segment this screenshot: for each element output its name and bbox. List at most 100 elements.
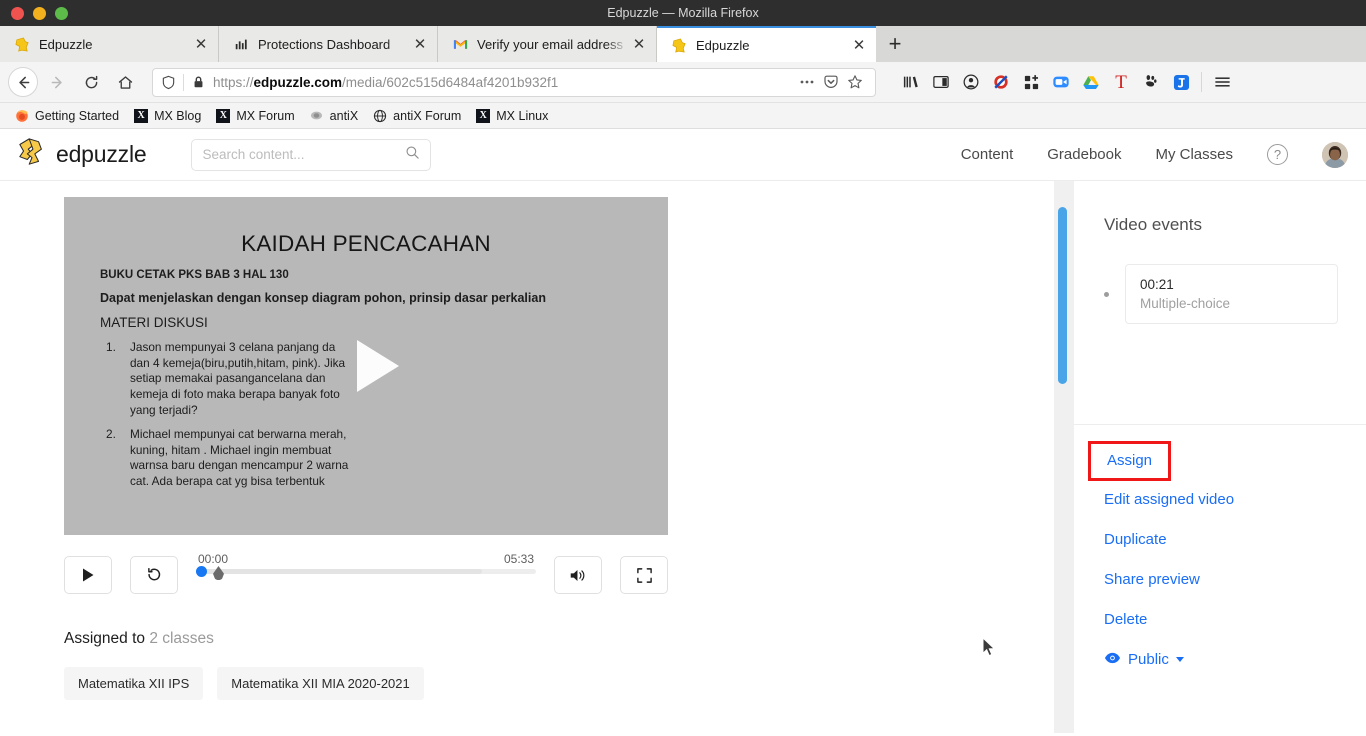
grammarly-icon[interactable]: T — [1106, 67, 1136, 97]
seek-buffer — [196, 569, 482, 574]
bookmark-mx-linux[interactable]: X MX Linux — [468, 105, 555, 127]
seek-area[interactable]: 00:00 05:33 — [196, 552, 536, 598]
fullscreen-button[interactable] — [620, 556, 668, 594]
gnome-icon[interactable] — [1136, 67, 1166, 97]
shield-icon[interactable] — [161, 75, 176, 90]
nav-link-my-classes[interactable]: My Classes — [1155, 146, 1233, 163]
ellipsis-icon[interactable] — [795, 70, 819, 94]
edpuzzle-wordmark: edpuzzle — [56, 141, 147, 167]
adblock-icon[interactable] — [986, 67, 1016, 97]
tab-close-icon[interactable]: ✕ — [628, 33, 650, 55]
browser-tab-4-active[interactable]: Edpuzzle ✕ — [657, 26, 876, 62]
toolbar-divider — [1201, 72, 1202, 92]
duplicate-button[interactable]: Duplicate — [1104, 531, 1167, 548]
sidebar-scrollbar[interactable] — [1054, 181, 1074, 733]
avatar[interactable] — [1322, 141, 1348, 168]
url-text[interactable]: https://edpuzzle.com/media/602c515d6484a… — [213, 75, 795, 90]
back-arrow-icon[interactable] — [8, 67, 38, 97]
url-domain: edpuzzle.com — [253, 74, 343, 90]
slide-question: Jason mempunyai 3 celana panjang da dan … — [106, 340, 346, 417]
sidebar-scrollbar-thumb[interactable] — [1058, 207, 1067, 384]
video-event-row[interactable]: 00:21 Multiple-choice — [1104, 264, 1338, 324]
visibility-selector[interactable]: Public — [1104, 651, 1338, 668]
zoom-meeting-icon[interactable] — [1046, 67, 1076, 97]
padlock-icon[interactable] — [192, 75, 205, 89]
pocket-icon[interactable] — [819, 70, 843, 94]
play-button[interactable] — [64, 556, 112, 594]
share-preview-button[interactable]: Share preview — [1104, 571, 1200, 588]
antix-icon — [309, 108, 325, 124]
seek-track[interactable] — [196, 566, 536, 577]
window-close-button[interactable] — [11, 6, 24, 20]
bookmark-mx-forum[interactable]: X MX Forum — [208, 105, 301, 127]
nav-link-gradebook[interactable]: Gradebook — [1047, 146, 1121, 163]
help-icon[interactable]: ? — [1267, 144, 1288, 165]
firefox-icon — [14, 108, 30, 124]
assigned-count: 2 classes — [149, 630, 214, 647]
chart-icon — [233, 36, 249, 52]
tab-close-icon[interactable]: ✕ — [409, 33, 431, 55]
delete-wrap: Delete — [1104, 611, 1338, 651]
library-icon[interactable] — [896, 67, 926, 97]
bookmark-antix[interactable]: antiX — [302, 105, 366, 127]
edpuzzle-logo[interactable]: edpuzzle — [16, 137, 147, 172]
gmail-icon — [452, 36, 468, 52]
video-controls: 00:00 05:33 — [64, 552, 668, 598]
window-titlebar: Edpuzzle — Mozilla Firefox — [0, 0, 1366, 26]
search-content-box[interactable] — [191, 138, 432, 171]
nav-link-content[interactable]: Content — [961, 146, 1014, 163]
bookmark-getting-started[interactable]: Getting Started — [7, 105, 126, 127]
play-triangle-icon[interactable] — [357, 340, 399, 392]
reload-icon[interactable] — [76, 67, 106, 97]
video-player[interactable]: KAIDAH PENCACAHAN BUKU CETAK PKS BAB 3 H… — [64, 197, 668, 535]
window-minimize-button[interactable] — [33, 6, 46, 20]
edpuzzle-logo-icon — [16, 137, 48, 172]
tab-close-icon[interactable]: ✕ — [190, 33, 212, 55]
delete-button[interactable]: Delete — [1104, 611, 1147, 628]
bookmark-antix-forum[interactable]: antiX Forum — [365, 105, 468, 127]
assigned-to-label: Assigned to — [64, 630, 145, 647]
edit-assigned-video-button[interactable]: Edit assigned video — [1104, 491, 1234, 508]
window-maximize-button[interactable] — [55, 6, 68, 20]
volume-button[interactable] — [554, 556, 602, 594]
forward-arrow-icon[interactable] — [42, 67, 72, 97]
search-input[interactable] — [202, 147, 406, 162]
chevron-down-icon[interactable] — [1175, 657, 1184, 662]
browser-tab-2[interactable]: Protections Dashboard ✕ — [219, 26, 438, 62]
hamburger-menu-icon[interactable] — [1207, 67, 1237, 97]
address-bar[interactable]: https://edpuzzle.com/media/602c515d6484a… — [152, 67, 876, 97]
duplicate-wrap: Duplicate — [1104, 531, 1338, 571]
new-tab-button[interactable]: + — [876, 26, 914, 62]
globe-icon — [372, 108, 388, 124]
bookmark-label: MX Linux — [496, 108, 549, 123]
mx-icon: X — [215, 108, 231, 124]
account-icon[interactable] — [956, 67, 986, 97]
video-events-title: Video events — [1104, 215, 1202, 234]
tab-title: Edpuzzle — [696, 37, 750, 53]
browser-tab-3[interactable]: Verify your email address ✕ — [438, 26, 657, 62]
right-sidebar: Video events 00:21 Multiple-choice Assig… — [1054, 181, 1366, 733]
sidebar-actions: Assign Edit assigned video Duplicate Sha… — [1074, 425, 1366, 668]
star-icon[interactable] — [843, 70, 867, 94]
class-chip[interactable]: Matematika XII IPS — [64, 667, 204, 700]
tab-close-icon[interactable]: ✕ — [848, 34, 870, 56]
class-chip[interactable]: Matematika XII MIA 2020-2021 — [217, 667, 424, 700]
edpuzzle-icon — [671, 37, 687, 53]
web-page: edpuzzle Content Gradebook My Classes ? — [0, 129, 1366, 733]
assign-button[interactable]: Assign — [1107, 452, 1152, 469]
extensions-grid-icon[interactable] — [1016, 67, 1046, 97]
home-icon[interactable] — [110, 67, 140, 97]
search-icon[interactable] — [405, 145, 420, 165]
joplin-icon[interactable] — [1166, 67, 1196, 97]
sidebars-icon[interactable] — [926, 67, 956, 97]
bookmark-mx-blog[interactable]: X MX Blog — [126, 105, 208, 127]
video-event-card[interactable]: 00:21 Multiple-choice — [1125, 264, 1338, 324]
seek-handle[interactable] — [196, 566, 207, 577]
browser-tab-1[interactable]: Edpuzzle ✕ — [0, 26, 219, 62]
replay-button[interactable] — [130, 556, 178, 594]
mx-icon: X — [133, 108, 149, 124]
bookmark-label: Getting Started — [35, 108, 120, 123]
google-drive-icon[interactable] — [1076, 67, 1106, 97]
tab-title: Edpuzzle — [39, 36, 93, 52]
video-events-panel: Video events 00:21 Multiple-choice — [1074, 181, 1366, 425]
